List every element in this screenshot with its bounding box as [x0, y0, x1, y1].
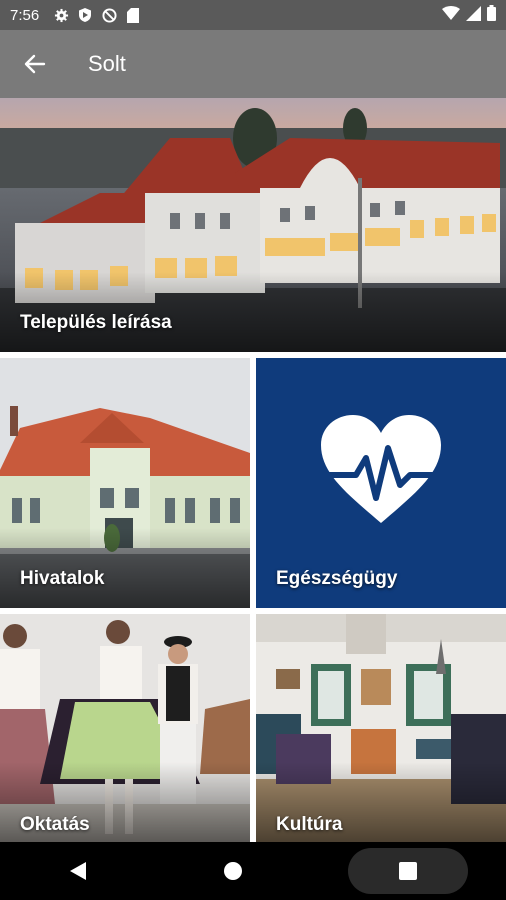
tile-label: Kultúra — [276, 814, 343, 835]
nav-back-button[interactable] — [38, 848, 118, 894]
arrow-left-icon — [24, 54, 46, 74]
nav-home-button[interactable] — [193, 848, 273, 894]
tile-label: Egészségügy — [276, 568, 398, 589]
no-data-icon — [101, 7, 117, 23]
tile-label: Oktatás — [20, 814, 90, 835]
heart-pulse-icon — [316, 415, 446, 523]
home-circle-icon — [223, 862, 242, 880]
tile-label: Település leírása — [20, 312, 172, 333]
recents-square-icon — [399, 862, 418, 880]
tile-kultura[interactable]: Kultúra — [256, 614, 506, 842]
sd-card-icon — [125, 7, 141, 23]
tile-telepules-leirasa[interactable]: Település leírása — [0, 98, 506, 352]
shield-icon — [77, 7, 93, 23]
status-time: 7:56 — [10, 6, 40, 24]
back-button[interactable] — [0, 30, 70, 98]
tile-hivatalok[interactable]: Hivatalok — [0, 358, 250, 608]
back-triangle-icon — [69, 862, 86, 880]
tile-egeszsegugy[interactable]: Egészségügy — [256, 358, 506, 608]
app-bar: Solt — [0, 30, 506, 98]
nav-recents-button[interactable] — [348, 848, 469, 894]
tile-label: Hivatalok — [20, 568, 105, 589]
battery-icon — [487, 5, 496, 25]
wifi-icon — [442, 6, 460, 24]
signal-icon — [466, 5, 481, 25]
system-nav-bar — [0, 842, 506, 900]
tile-oktatas[interactable]: Oktatás — [0, 614, 250, 842]
page-title: Solt — [88, 51, 126, 76]
status-bar: 7:56 — [0, 0, 506, 30]
settings-icon — [53, 7, 69, 23]
